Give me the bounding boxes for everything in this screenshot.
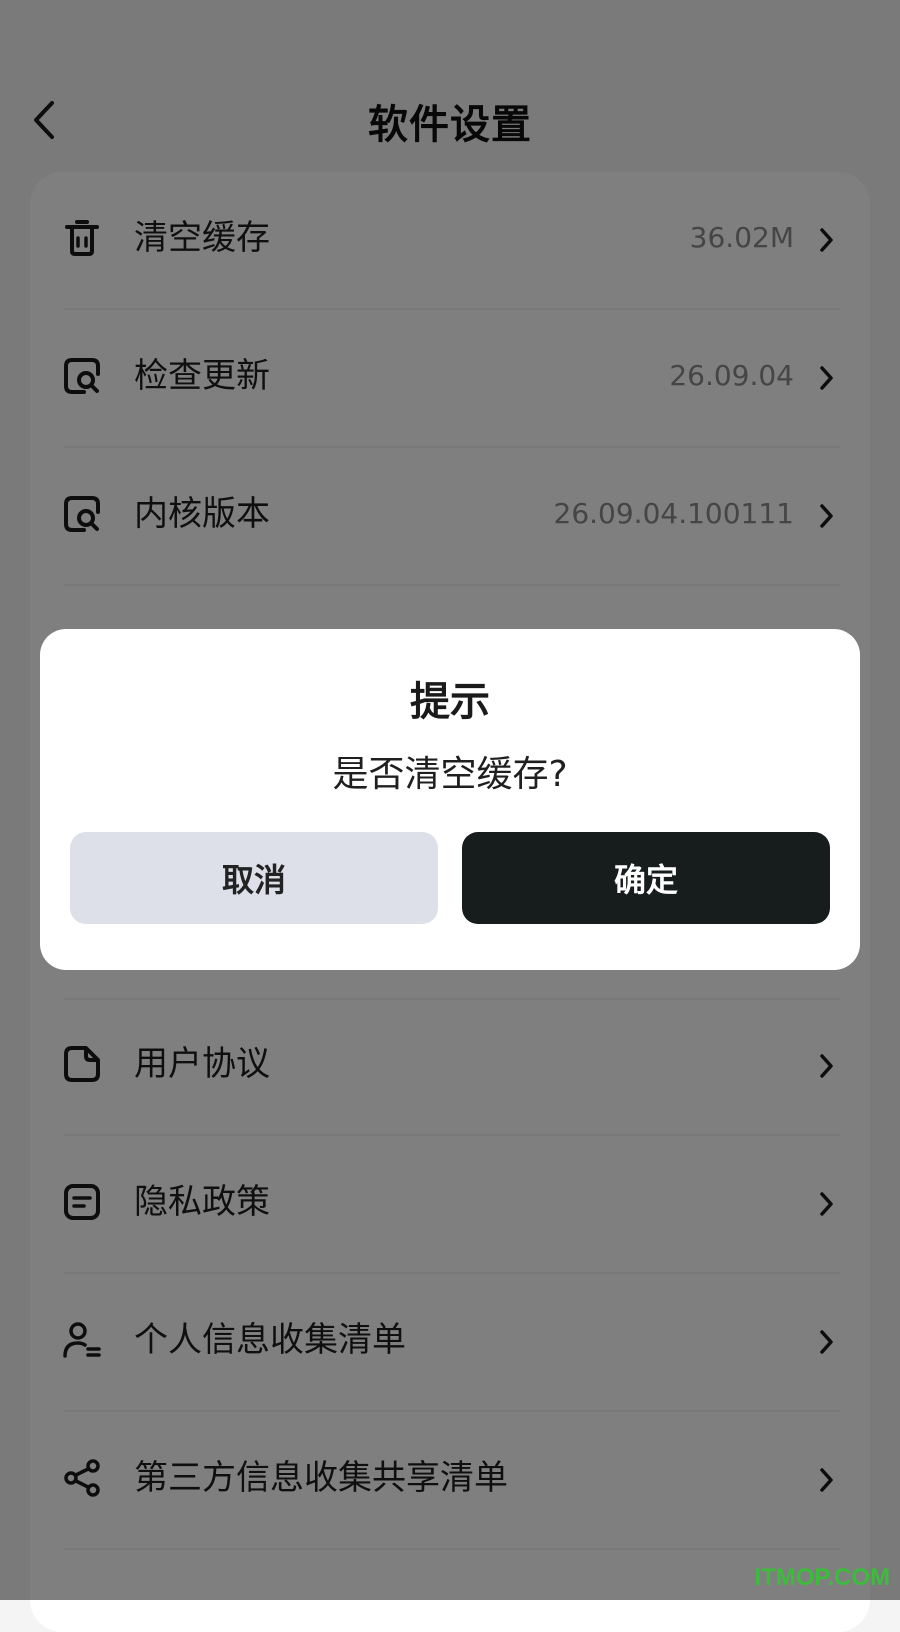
dialog-title: 提示 [410,679,490,725]
cancel-button[interactable]: 取消 [70,832,438,924]
dialog-message: 是否清空缓存? [332,754,568,795]
confirm-dialog: 提示 是否清空缓存? 取消 确定 [40,629,860,970]
confirm-button[interactable]: 确定 [462,832,830,924]
watermark: ITMOP.COM [754,1564,890,1591]
